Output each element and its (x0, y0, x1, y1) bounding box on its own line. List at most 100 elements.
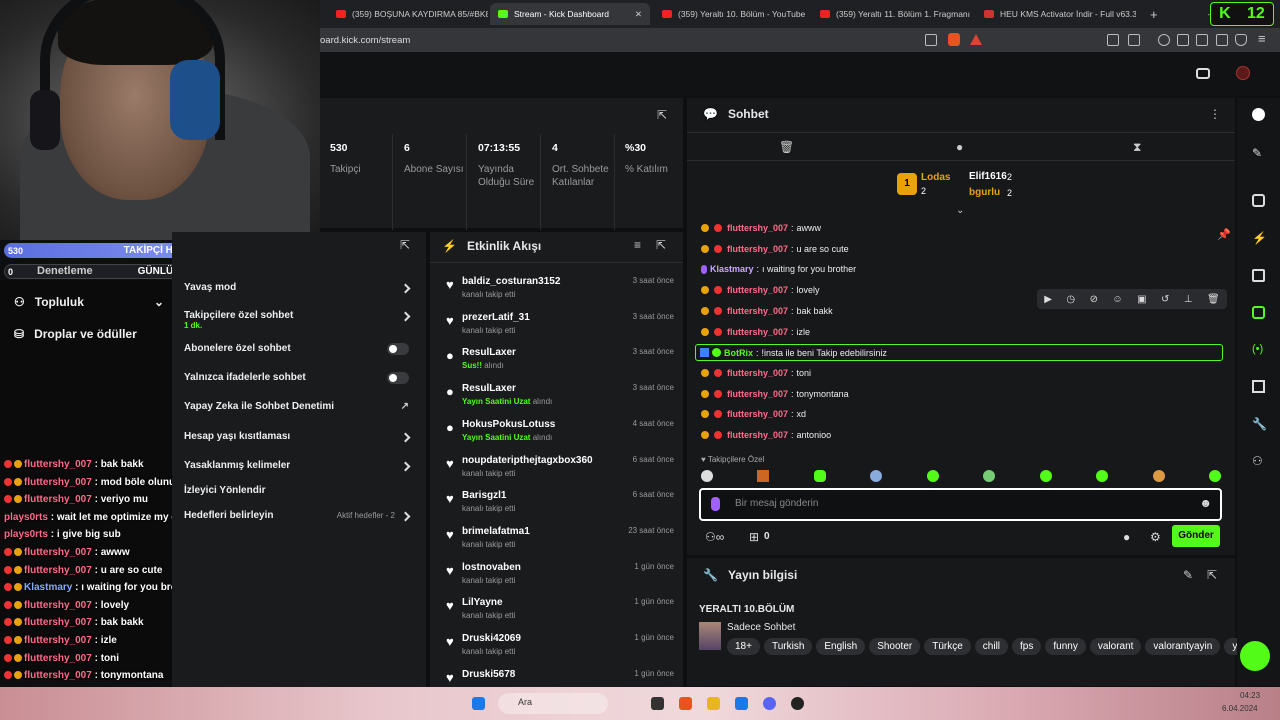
tag-chip[interactable]: 18+ (727, 638, 760, 655)
help-button[interactable] (1240, 641, 1270, 671)
sidebar-item-moderation[interactable]: Denetleme (37, 265, 93, 277)
tag-chip[interactable]: Shooter (869, 638, 921, 655)
tag-chip[interactable]: Türkçe (924, 638, 971, 655)
expand-icon[interactable]: ⌄ (956, 205, 964, 216)
tag-chip[interactable]: English (816, 638, 866, 655)
feed-item[interactable]: ● HokusPokusLotuss 4 saat önce Yayın Saatin… (430, 417, 683, 451)
taskbar-search[interactable]: Ara (498, 693, 608, 714)
undo-icon[interactable]: ↺ (1161, 294, 1169, 305)
sidebar-icon[interactable] (1177, 34, 1189, 46)
popout-icon[interactable]: ⇱ (1207, 568, 1217, 582)
chat-message[interactable]: fluttershy_007: bak bakk (701, 306, 833, 316)
url-text[interactable]: oard.kick.com/stream (320, 35, 410, 46)
gift-icon[interactable]: ⊞ (749, 530, 759, 544)
tab-heu-kms[interactable]: HEU KMS Activator İndir - Full v63.3 (976, 3, 1136, 25)
emote-icon[interactable] (1096, 470, 1109, 482)
wrench-icon[interactable]: 🔧 (1252, 417, 1267, 431)
feed-item[interactable]: ♥ LilYayne 1 gün önce kanalı takip etti (430, 595, 683, 629)
emote-icon[interactable]: ☺ (1112, 294, 1122, 305)
tab-kick-dashboard[interactable]: Stream - Kick Dashboard ✕ (490, 3, 650, 25)
share-icon[interactable] (925, 34, 937, 46)
setting-item[interactable]: İzleyici Yönlendir (184, 485, 419, 496)
gear-icon[interactable]: ⚙ (1150, 530, 1161, 544)
feed-item[interactable]: ♥ Barisgzl1 6 saat önce kanalı takip etti (430, 488, 683, 522)
pin-icon[interactable]: 📌 (1217, 228, 1231, 241)
feed-item[interactable]: ♥ brimelafatma1 23 saat önce kanalı takip e… (430, 524, 683, 558)
chat-message[interactable]: fluttershy_007: tonymontana (701, 389, 849, 399)
feed-item[interactable]: ♥ noupdateriptheјtagxbox360 6 saat önce kan… (430, 453, 683, 487)
brave-rewards-icon[interactable] (970, 34, 982, 45)
emote-icon[interactable] (1039, 470, 1052, 482)
users-icon[interactable]: ⚇∞ (705, 530, 724, 544)
toggle-switch[interactable] (387, 343, 409, 355)
media-icon[interactable] (1158, 34, 1170, 46)
bolt-icon[interactable]: ⚡ (1252, 231, 1267, 245)
chat-input-box[interactable]: Bir mesaj gönderin ☻ (699, 488, 1222, 521)
pin-icon[interactable]: ⊥ (1184, 294, 1193, 305)
emote-icon[interactable] (1152, 470, 1165, 482)
close-tab-icon[interactable]: ✕ (635, 9, 642, 20)
setting-item[interactable]: Takipçilere özel sohbet 1 dk. (184, 310, 419, 330)
play-icon[interactable]: ▶ (1044, 294, 1052, 305)
tag-chip[interactable]: valorantyayin (1145, 638, 1221, 655)
chat-message[interactable]: fluttershy_007: toni (701, 368, 811, 378)
chat-message[interactable]: fluttershy_007: awww (701, 223, 821, 233)
clock-icon[interactable]: ◷ (1066, 294, 1075, 305)
hourglass-icon[interactable]: ⧗ (1133, 140, 1141, 155)
new-tab-button[interactable]: + (1142, 3, 1162, 25)
chat-bubble-icon[interactable]: ● (1123, 530, 1130, 544)
tab-yeralti-11[interactable]: (359) Yeraltı 11. Bölüm 1. Fragmanı (812, 3, 972, 25)
emoji-icon[interactable]: ☻ (1199, 496, 1212, 510)
tag-chip[interactable]: valorant (1089, 638, 1142, 655)
chat-message[interactable]: fluttershy_007: u are so cute (701, 244, 849, 254)
chat-message[interactable]: Klastmary: ı waiting for you brother (701, 264, 856, 274)
emote-icon[interactable] (870, 470, 883, 482)
edit-icon[interactable]: ✎ (1183, 568, 1193, 582)
info-icon[interactable] (1252, 108, 1265, 121)
tag-chip[interactable]: funny (1045, 638, 1086, 655)
tab-yeralti-10[interactable]: (359) Yeraltı 10. Bölüm - YouTube (654, 3, 810, 25)
folder-icon[interactable] (707, 697, 720, 710)
setting-item[interactable]: Hedefleri belirleyin Aktif hedefler - 2 (184, 510, 419, 522)
sidebar-item-community[interactable]: ⚇ Topluluk ⌄ (14, 295, 164, 309)
feed-item[interactable]: ♥ prezerLatif_31 3 saat önce kanalı takip e… (430, 310, 683, 344)
brave-shield-icon[interactable] (948, 33, 960, 46)
send-button[interactable]: Gönder (1172, 525, 1220, 547)
start-icon[interactable] (472, 697, 485, 710)
toggle-switch[interactable] (387, 372, 409, 384)
chat-bubble-icon[interactable]: ● (956, 140, 963, 154)
setting-item[interactable]: Yapay Zeka ile Sohbet Denetimi ↗ (184, 401, 419, 412)
sidebar-item-drops[interactable]: ⛁ Droplar ve ödüller (14, 327, 137, 341)
trash-icon[interactable]: 🗑 (779, 140, 794, 154)
chat-message[interactable]: fluttershy_007: izle (701, 327, 810, 337)
popout-icon[interactable]: ⇱ (400, 238, 410, 252)
taskview-icon[interactable] (651, 697, 664, 710)
chat-message[interactable]: fluttershy_007: lovely (701, 285, 820, 295)
emote-icon[interactable] (926, 470, 939, 482)
broadcast-icon[interactable]: (•) (1252, 343, 1265, 356)
external-link-icon[interactable]: ↗ (401, 401, 409, 412)
chat-icon[interactable] (1252, 306, 1265, 319)
delete-icon[interactable]: 🗑 (1207, 294, 1220, 305)
menu-icon[interactable]: ≡ (1258, 31, 1266, 46)
list-icon[interactable] (1252, 269, 1265, 282)
chat-message[interactable]: fluttershy_007: antonioo (701, 430, 831, 440)
obs-icon[interactable] (791, 697, 804, 710)
pencil-icon[interactable]: ✎ (1252, 146, 1265, 160)
feed-item[interactable]: ● ResulLaxer 3 saat önce Yayın Saatini Uzat… (430, 381, 683, 415)
emote-icon[interactable] (983, 470, 996, 482)
tag-chip[interactable]: fps (1012, 638, 1042, 655)
emote-icon[interactable] (701, 470, 713, 482)
vpn-icon[interactable] (1235, 34, 1247, 46)
popout-icon[interactable]: ⇱ (656, 238, 666, 252)
preview-icon[interactable] (1196, 68, 1210, 79)
feed-item[interactable]: ● ResulLaxer 3 saat önce Sus!! alındı (430, 345, 683, 379)
emote-icon[interactable] (813, 470, 826, 482)
reading-icon[interactable] (1196, 34, 1208, 46)
tag-chip[interactable]: chill (974, 638, 1009, 655)
setting-item[interactable]: Yalnızca ifadelerle sohbet (184, 372, 419, 384)
tag-chip[interactable]: Turkish (763, 638, 813, 655)
avatar[interactable] (1236, 66, 1250, 80)
filter-icon[interactable]: ≡ (634, 238, 641, 252)
discord-icon[interactable] (763, 697, 776, 710)
